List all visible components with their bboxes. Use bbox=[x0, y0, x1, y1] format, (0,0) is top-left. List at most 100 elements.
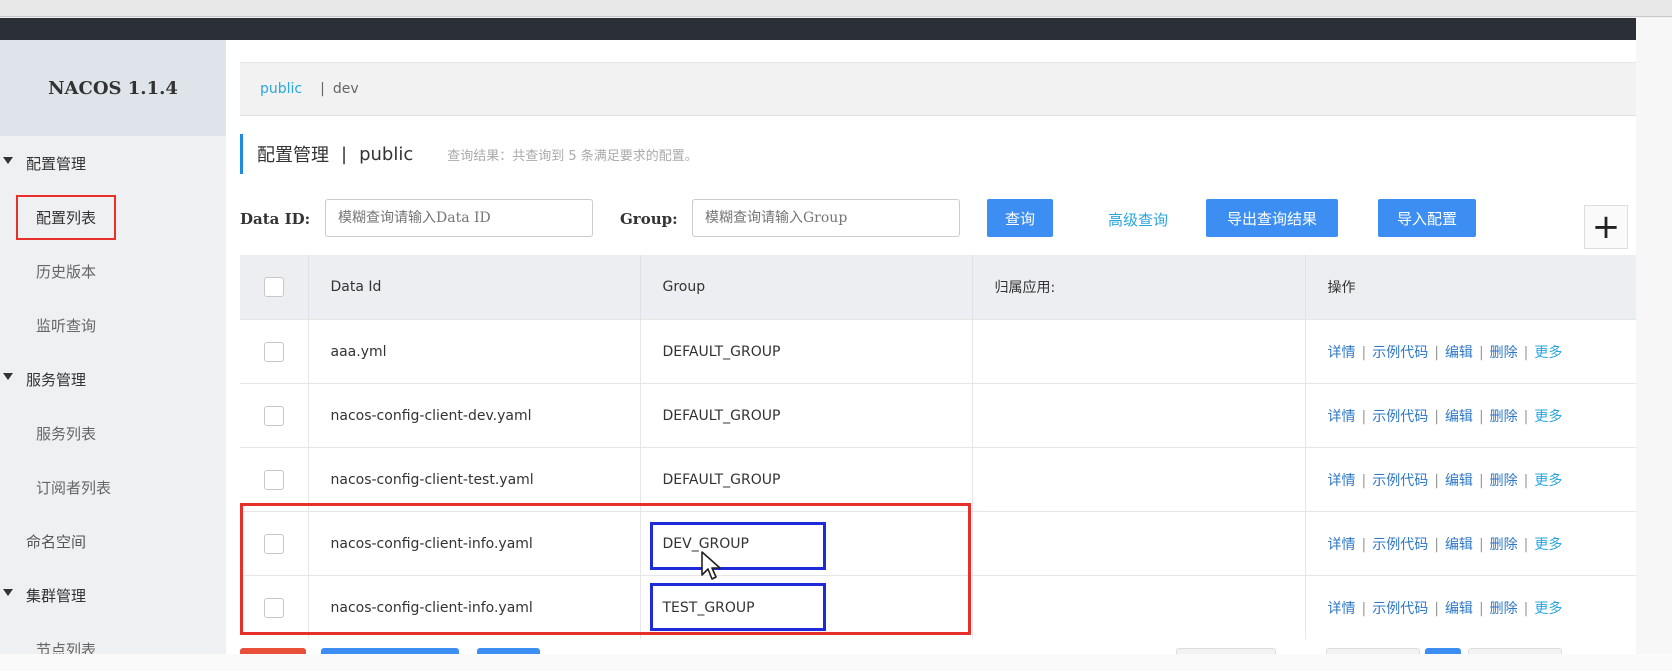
sample-code-link[interactable]: 示例代码 bbox=[1372, 345, 1428, 361]
row-checkbox[interactable] bbox=[263, 469, 284, 490]
batch-delete-button[interactable] bbox=[240, 648, 306, 654]
data-id-input[interactable] bbox=[325, 199, 593, 237]
caret-down-icon bbox=[3, 589, 13, 596]
column-header-actions: 操作 bbox=[1305, 255, 1636, 320]
app-cell bbox=[972, 575, 1306, 639]
sample-code-link[interactable]: 示例代码 bbox=[1372, 473, 1428, 489]
window-title-strip bbox=[0, 0, 1672, 17]
sidebar-group-service[interactable]: 服务管理 bbox=[0, 352, 226, 406]
export-results-button[interactable]: 导出查询结果 bbox=[1206, 199, 1338, 237]
row-checkbox[interactable] bbox=[263, 597, 284, 618]
actions-cell: 详情 | 示例代码 | 编辑 | 删除 | 更多 bbox=[1305, 447, 1636, 512]
advanced-query-link[interactable]: 高级查询 bbox=[1108, 209, 1168, 230]
edit-link[interactable]: 编辑 bbox=[1445, 473, 1473, 489]
delete-link[interactable]: 删除 bbox=[1490, 601, 1518, 617]
more-link[interactable]: 更多 bbox=[1534, 601, 1562, 617]
action-separator: | bbox=[1523, 472, 1529, 489]
namespace-bar: public | dev bbox=[240, 62, 1636, 116]
next-page-button[interactable] bbox=[1468, 648, 1562, 654]
delete-link[interactable]: 删除 bbox=[1490, 409, 1518, 425]
import-config-button[interactable]: 导入配置 bbox=[1378, 199, 1476, 237]
table-row: nacos-config-client-dev.yaml DEFAULT_GRO… bbox=[240, 383, 1636, 448]
right-gutter bbox=[1636, 18, 1672, 654]
select-all-checkbox[interactable] bbox=[263, 277, 284, 297]
sidebar-group-cluster[interactable]: 集群管理 bbox=[0, 568, 226, 622]
data-id-cell: nacos-config-client-info.yaml bbox=[308, 575, 641, 639]
action-separator: | bbox=[1434, 536, 1439, 553]
row-checkbox[interactable] bbox=[263, 533, 284, 554]
sidebar-item-config-list[interactable]: 配置列表 bbox=[0, 190, 226, 244]
more-link[interactable]: 更多 bbox=[1534, 537, 1562, 553]
action-separator: | bbox=[1361, 408, 1367, 425]
sidebar-item-history[interactable]: 历史版本 bbox=[0, 244, 226, 298]
add-config-button[interactable]: + bbox=[1584, 205, 1628, 249]
action-separator: | bbox=[1523, 408, 1529, 425]
sidebar: NACOS 1.1.4 配置管理 配置列表 历史版本 监听查询 服务管理 服务列… bbox=[0, 40, 226, 654]
action-separator: | bbox=[1478, 472, 1484, 489]
prev-page-button[interactable] bbox=[1326, 648, 1420, 654]
sidebar-item-node-list[interactable]: 节点列表 bbox=[0, 622, 226, 655]
query-result-hint: 查询结果：共查询到 5 条满足要求的配置。 bbox=[447, 148, 698, 164]
main-content: public | dev 配置管理 | public 查询结果：共查询到 5 条… bbox=[240, 40, 1636, 654]
data-id-cell: nacos-config-client-dev.yaml bbox=[308, 383, 641, 448]
sidebar-item-service-list[interactable]: 服务列表 bbox=[0, 406, 226, 460]
current-page-button[interactable] bbox=[1425, 648, 1461, 654]
action-separator: | bbox=[1478, 536, 1484, 553]
namespace-dev-link[interactable]: dev bbox=[333, 81, 359, 97]
query-button[interactable]: 查询 bbox=[987, 199, 1053, 237]
group-cell: DEFAULT_GROUP bbox=[640, 383, 973, 448]
action-separator: | bbox=[1478, 600, 1484, 617]
sidebar-item-label: 配置列表 bbox=[16, 194, 117, 240]
app-cell bbox=[972, 511, 1306, 576]
row-checkbox[interactable] bbox=[263, 341, 284, 362]
delete-link[interactable]: 删除 bbox=[1490, 345, 1518, 361]
detail-link[interactable]: 详情 bbox=[1328, 345, 1356, 361]
sidebar-item-subscriber-list[interactable]: 订阅者列表 bbox=[0, 460, 226, 514]
sidebar-group-config[interactable]: 配置管理 bbox=[0, 136, 226, 190]
sidebar-group-label: 服务管理 bbox=[26, 370, 87, 389]
sidebar-item-label: 监听查询 bbox=[36, 316, 97, 335]
detail-link[interactable]: 详情 bbox=[1328, 537, 1356, 553]
brand-logo: NACOS 1.1.4 bbox=[0, 40, 226, 136]
row-select-cell bbox=[240, 447, 309, 512]
title-accent-bar bbox=[240, 134, 243, 174]
row-select-cell bbox=[240, 319, 309, 384]
sidebar-item-label: 订阅者列表 bbox=[36, 478, 112, 497]
sidebar-item-listen-query[interactable]: 监听查询 bbox=[0, 298, 226, 352]
sidebar-item-namespace[interactable]: 命名空间 bbox=[0, 514, 226, 568]
row-checkbox[interactable] bbox=[263, 405, 284, 426]
mouse-cursor-icon bbox=[701, 551, 721, 580]
namespace-separator: | bbox=[320, 81, 325, 97]
bottom-gutter bbox=[0, 654, 1672, 671]
data-id-cell: nacos-config-client-test.yaml bbox=[308, 447, 641, 512]
page-size-select[interactable] bbox=[1176, 648, 1276, 654]
group-cell: DEV_GROUP bbox=[640, 511, 973, 576]
edit-link[interactable]: 编辑 bbox=[1445, 409, 1473, 425]
edit-link[interactable]: 编辑 bbox=[1445, 345, 1473, 361]
more-link[interactable]: 更多 bbox=[1534, 345, 1562, 361]
delete-link[interactable]: 删除 bbox=[1490, 473, 1518, 489]
detail-link[interactable]: 详情 bbox=[1328, 409, 1356, 425]
edit-link[interactable]: 编辑 bbox=[1445, 601, 1473, 617]
more-link[interactable]: 更多 bbox=[1534, 409, 1562, 425]
table-row: nacos-config-client-info.yaml DEV_GROUP … bbox=[240, 511, 1636, 576]
group-input[interactable] bbox=[692, 199, 960, 237]
namespace-public-link[interactable]: public bbox=[260, 81, 302, 97]
edit-link[interactable]: 编辑 bbox=[1445, 537, 1473, 553]
group-label: Group: bbox=[620, 210, 678, 228]
detail-link[interactable]: 详情 bbox=[1328, 473, 1356, 489]
data-id-label: Data ID: bbox=[240, 210, 311, 228]
more-link[interactable]: 更多 bbox=[1534, 473, 1562, 489]
table-row: nacos-config-client-test.yaml DEFAULT_GR… bbox=[240, 447, 1636, 512]
sample-code-link[interactable]: 示例代码 bbox=[1372, 537, 1428, 553]
action-separator: | bbox=[1434, 600, 1439, 617]
title-separator: | bbox=[341, 143, 348, 165]
row-select-cell bbox=[240, 511, 309, 576]
delete-link[interactable]: 删除 bbox=[1490, 537, 1518, 553]
batch-export-button[interactable] bbox=[321, 648, 459, 654]
detail-link[interactable]: 详情 bbox=[1328, 601, 1356, 617]
sample-code-link[interactable]: 示例代码 bbox=[1372, 409, 1428, 425]
batch-clone-button[interactable] bbox=[477, 648, 540, 654]
sample-code-link[interactable]: 示例代码 bbox=[1372, 601, 1428, 617]
action-separator: | bbox=[1434, 344, 1439, 361]
